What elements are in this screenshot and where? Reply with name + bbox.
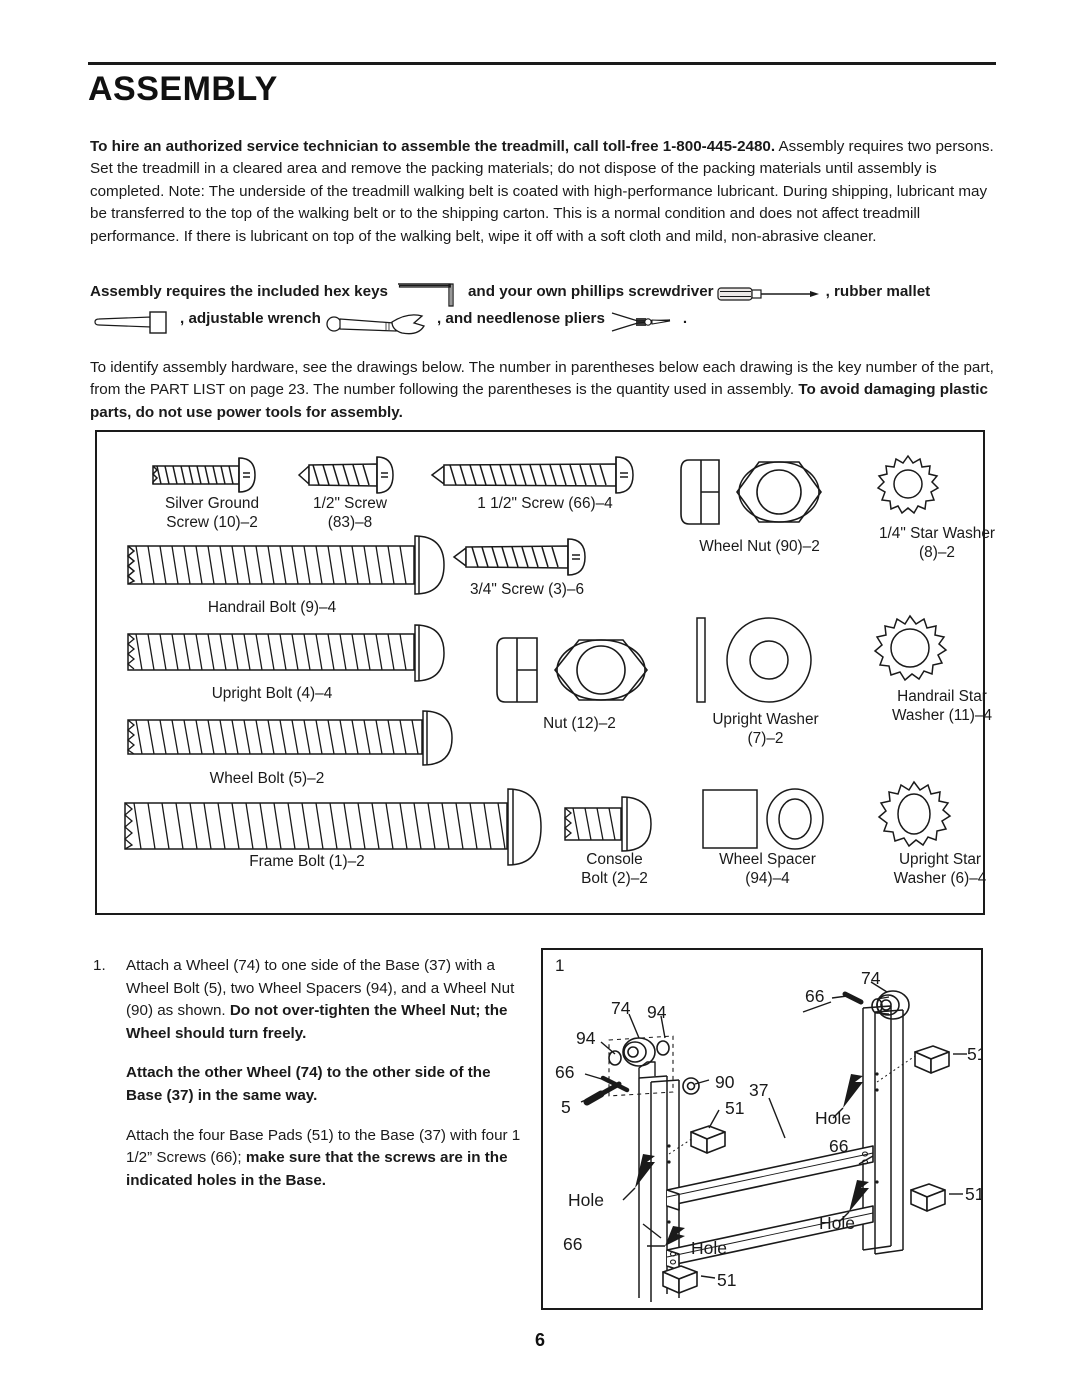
part-label-three-quarter-inch-screw: 3/4" Screw (3)–6 [469,581,585,598]
base-assembly-drawing [580,981,967,1302]
callout-5-left: 5 [561,1097,571,1117]
step-body: Attach a Wheel (74) to one side of the B… [126,955,523,1192]
callout-94-left-a: 94 [576,1028,596,1048]
step-number: 1. [93,957,106,974]
tools-segment-6: . [682,310,688,327]
callout-74-left: 74 [611,998,631,1018]
callout-66-right-upper: 66 [805,986,825,1006]
wheel-spacer-art [697,784,832,859]
callout-90: 90 [715,1072,735,1092]
tools-paragraph: Assembly requires the included hex keys … [90,278,996,335]
tools-segment-3: , rubber mallet [825,283,931,300]
rubber-mallet-icon [93,310,179,334]
step-paragraph-1: Attach a Wheel (74) to one side of the B… [126,955,523,1045]
callout-66-left: 66 [555,1062,575,1082]
part-label-wheel-nut: Wheel Nut (90)–2 [699,538,820,555]
identify-hardware-paragraph: To identify assembly hardware, see the d… [90,357,996,424]
phillips-screwdriver-icon [716,284,824,304]
tools-segment-5: , and needlenose pliers [436,310,605,327]
hardware-parts-box: Silver Ground Screw (10)–2 1/2" Screw (8… [95,430,995,915]
callout-51-left-lower: 51 [717,1270,737,1290]
intro-bold-lead: To hire an authorized service technician… [90,138,776,155]
callout-51-right-upper: 51 [967,1044,981,1064]
callout-51-left-upper: 51 [725,1098,745,1118]
callout-hole-right-upper: Hole [815,1108,851,1128]
adjustable-wrench-icon [324,310,436,336]
callout-hole-left-upper: Hole [568,1190,604,1210]
step-paragraph-3: Attach the four Base Pads (51) to the Ba… [126,1125,523,1193]
handrail-star-washer-art [867,614,953,697]
upright-washer-art [687,614,847,711]
assembly-figure-1: 1 74 94 94 66 5 90 51 Hole 74 66 Hole 5 … [541,948,983,1310]
step-paragraph-2: Attach the other Wheel (74) to the other… [126,1062,523,1107]
header-rule [88,62,996,65]
intro-paragraph: To hire an authorized service technician… [90,136,996,248]
callout-66-left-lower: 66 [563,1234,583,1254]
hex-key-icon [392,282,466,308]
callout-66-right-lower: 66 [829,1136,849,1156]
tools-segment-2: and your own phillips screwdriver [467,283,714,300]
assembly-step-1: 1. Attach a Wheel (74) to one side of th… [93,955,523,1192]
page-title: ASSEMBLY [88,70,278,108]
callout-hole-right-lower: Hole [819,1213,855,1233]
tools-segment-1: Assembly requires the included hex keys [90,283,388,300]
part-label-wheel-bolt: Wheel Bolt (5)–2 [209,770,325,787]
part-label-nut: Nut (12)–2 [543,715,616,732]
callout-hole-left-lower: Hole [691,1238,727,1258]
callout-94-left-b: 94 [647,1002,667,1022]
wheel-nut-art [675,452,840,537]
nut-art [489,630,671,717]
handrail-bolt-art [122,534,452,601]
page-number: 6 [534,1330,545,1350]
part-label-one-and-half-inch-screw: 1 1/2" Screw (66)–4 [477,495,613,512]
part-label-half-inch-screw: 1/2" Screw (83)–8 [313,495,387,531]
three-quarter-inch-screw-art [452,536,597,583]
part-label-console-bolt: Console Bolt (2)–2 [581,851,648,887]
upright-bolt-art [122,624,452,687]
upright-star-washer-art [872,780,956,859]
part-label-wheel-spacer: Wheel Spacer (94)–4 [719,851,816,887]
part-label-upright-washer: Upright Washer (7)–2 [712,711,819,747]
part-label-upright-bolt: Upright Bolt (4)–4 [211,685,333,702]
tools-segment-4: , adjustable wrench [180,310,321,327]
callout-37: 37 [749,1080,769,1100]
needlenose-pliers-icon [608,310,682,334]
callout-74-right: 74 [861,968,881,988]
part-label-handrail-star-washer: Handrail Star Washer (11)–4 [891,688,993,724]
part-label-handrail-bolt: Handrail Bolt (9)–4 [207,599,337,616]
callout-51-right-lower: 51 [965,1184,983,1204]
wheel-bolt-art [122,710,462,771]
part-label-upright-star-washer: Upright Star Washer (6)–4 [893,851,987,887]
part-label-quarter-inch-star-washer: 1/4" Star Washer (8)–2 [878,525,996,561]
part-label-frame-bolt: Frame Bolt (1)–2 [249,853,365,870]
quarter-inch-star-washer-art [872,454,944,523]
part-label-silver-ground-screw: Silver Ground Screw (10)–2 [164,495,260,531]
document-page: ASSEMBLY To hire an authorized service t… [0,0,1080,1397]
step-p2-bold: Attach the other Wheel (74) to the other… [126,1064,491,1104]
